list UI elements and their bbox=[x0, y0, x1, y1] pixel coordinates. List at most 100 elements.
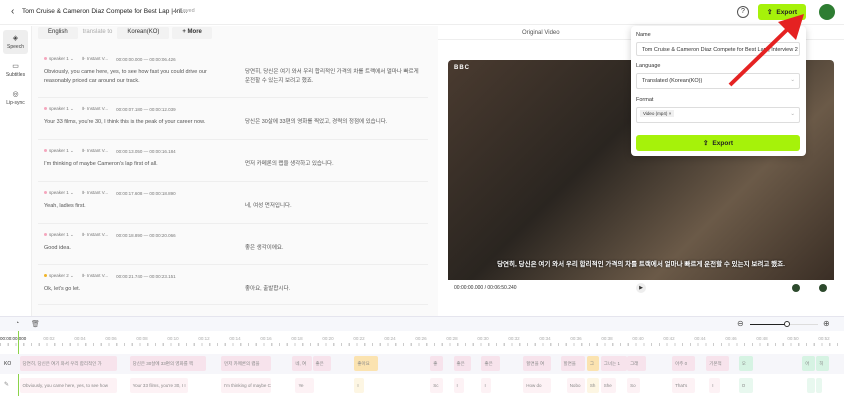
voice-select[interactable]: ⊪ Instant V... bbox=[82, 273, 108, 279]
translated-text[interactable]: 당연히, 당신은 여기 와서 우리 합리적인 가격의 차를 트랙에서 얼마나 빠… bbox=[245, 68, 425, 86]
timeline-clip[interactable]: 네, 여 bbox=[292, 356, 313, 371]
trash-icon[interactable]: 🗑 bbox=[31, 320, 40, 328]
timeline-clip[interactable]: She bbox=[600, 378, 617, 393]
translated-text[interactable]: 당신은 30살에 33편의 영화를 찍었고, 경력의 정점에 있습니다. bbox=[245, 118, 425, 127]
tick-label: 00:10 bbox=[167, 336, 179, 341]
segment-time: 00:00:18.890 — 00:00:20.066 bbox=[116, 232, 176, 238]
source-text[interactable]: Good idea. bbox=[44, 244, 229, 253]
left-rail: ◈ Speech ▭ Subtitles ◎ Lip-sync bbox=[0, 26, 32, 316]
zoom-out-icon[interactable]: ⊖ bbox=[737, 319, 744, 328]
rail-item-subtitles[interactable]: ▭ Subtitles bbox=[3, 58, 28, 82]
translated-text[interactable]: 좋아요, 출발합시다. bbox=[245, 285, 425, 294]
more-languages-button[interactable]: + More bbox=[172, 27, 212, 39]
timeline-clip[interactable]: 좋아요 bbox=[354, 356, 378, 371]
timeline-clip[interactable]: That's bbox=[672, 378, 696, 393]
timeline-clip[interactable]: 좋은 bbox=[481, 356, 501, 371]
rail-item-lip-sync[interactable]: ◎ Lip-sync bbox=[3, 86, 28, 110]
timeline-clip[interactable]: How do bbox=[523, 378, 552, 393]
timeline-clip[interactable] bbox=[816, 378, 823, 393]
timeline-clip[interactable]: I'm thinking of maybe C bbox=[221, 378, 271, 393]
timeline-clip[interactable]: 할면을 bbox=[560, 356, 586, 371]
timeline-clip[interactable]: I bbox=[481, 378, 491, 393]
timeline-clip[interactable]: 그녀는 1 bbox=[600, 356, 628, 371]
translated-text[interactable]: 먼저 카메론의 랩을 생각하고 있습니다. bbox=[245, 160, 425, 169]
rail-item-speech[interactable]: ◈ Speech bbox=[3, 30, 28, 54]
audio-toggle-icon[interactable] bbox=[792, 284, 800, 292]
zoom-slider-handle[interactable] bbox=[784, 321, 791, 327]
segment-row[interactable]: speaker 1 ⌄ ⊪ Instant V... 00:00:00.000 … bbox=[38, 48, 428, 98]
speaker-select[interactable]: speaker 1 ⌄ bbox=[44, 56, 74, 62]
voice-select[interactable]: ⊪ Instant V... bbox=[82, 106, 108, 112]
timeline-clip[interactable]: I bbox=[354, 378, 364, 393]
export-confirm-button[interactable]: ⇪ Export bbox=[636, 135, 800, 151]
timeline-clip[interactable]: 좋은 bbox=[453, 356, 471, 371]
format-tag-label: Video (mp4) bbox=[643, 111, 668, 116]
timeline-clip[interactable]: 아주 0 bbox=[672, 356, 696, 371]
timeline-clip[interactable]: 당연히, 당신은 여기 와서 우리 합리적인 가 bbox=[19, 356, 118, 371]
timeline-clip[interactable]: Obviously, you came here, yes, to see ho… bbox=[19, 378, 118, 393]
timeline-clip[interactable]: 그래 bbox=[627, 356, 646, 371]
timeline-clip[interactable]: 어 bbox=[802, 356, 815, 371]
format-select[interactable]: Video (mp4) × ⌄ bbox=[636, 107, 800, 123]
avatar[interactable] bbox=[819, 4, 835, 20]
voice-select[interactable]: ⊪ Instant V... bbox=[82, 148, 108, 154]
timeline-clip[interactable]: 기본적 bbox=[706, 356, 730, 371]
timeline-clip[interactable]: Nobo bbox=[566, 378, 586, 393]
timeline-clip[interactable]: Sc bbox=[430, 378, 443, 393]
tab-source-english[interactable]: English bbox=[38, 27, 78, 39]
subtitle-toggle-icon[interactable] bbox=[819, 284, 827, 292]
timeline-clip[interactable]: 히 bbox=[816, 356, 829, 371]
timeline-clip[interactable]: 그 bbox=[586, 356, 600, 371]
voice-select[interactable]: ⊪ Instant V... bbox=[82, 190, 108, 196]
tick-label: 00:06 bbox=[105, 336, 117, 341]
timeline-clip[interactable]: Your 33 films, you're 30, I I bbox=[129, 378, 189, 393]
voice-select[interactable]: ⊪ Instant V... bbox=[82, 56, 108, 62]
play-icon[interactable]: ▶ bbox=[636, 283, 646, 293]
segment-meta: speaker 2 ⌄ ⊪ Instant V... 00:00:21.740 … bbox=[44, 273, 176, 279]
timeline-clip[interactable]: 먼저 카메론의 랩을 bbox=[221, 356, 271, 371]
source-text[interactable]: Obviously, you came here, yes, to see ho… bbox=[44, 68, 229, 86]
timeline-clip[interactable]: Sh bbox=[586, 378, 600, 393]
timeline-clip[interactable]: O bbox=[738, 378, 753, 393]
end-time: 00:00:18.890 bbox=[149, 190, 176, 196]
speaker-select[interactable]: speaker 1 ⌄ bbox=[44, 106, 74, 112]
timeline-clip[interactable]: 좋은 bbox=[312, 356, 332, 371]
timeline-clip[interactable]: I bbox=[709, 378, 721, 393]
speaker-select[interactable]: speaker 1 ⌄ bbox=[44, 190, 74, 196]
timeline-clip[interactable]: 할면을 여 bbox=[523, 356, 552, 371]
source-text[interactable]: Ok, let's go let. bbox=[44, 285, 229, 294]
timeline-clip[interactable]: 오 bbox=[738, 356, 753, 371]
translated-text[interactable]: 네, 여성 먼저입니다. bbox=[245, 202, 425, 211]
segment-row[interactable]: speaker 2 ⌄ ⊪ Instant V... 00:00:21.740 … bbox=[38, 265, 428, 305]
zoom-in-icon[interactable]: ⊕ bbox=[823, 319, 830, 328]
segment-row[interactable]: speaker 1 ⌄ ⊪ Instant V... 00:00:13.050 … bbox=[38, 140, 428, 182]
zoom-slider[interactable] bbox=[750, 321, 818, 327]
tab-target-korean[interactable]: Korean(KO) bbox=[117, 27, 170, 39]
segment-row[interactable]: speaker 1 ⌄ ⊪ Instant V... 00:00:07.180 … bbox=[38, 98, 428, 140]
timeline-clip[interactable]: I bbox=[453, 378, 465, 393]
timeline-ruler[interactable]: 00:00:00.000 00:02 00:04 00:06 00:08 00:10 00… bbox=[0, 331, 844, 347]
source-text[interactable]: Yeah, ladies first. bbox=[44, 202, 229, 211]
start-time: 00:00:17.608 bbox=[116, 190, 143, 196]
segment-meta: speaker 1 ⌄ ⊪ Instant V... 00:00:13.050 … bbox=[44, 148, 176, 154]
timeline-clip[interactable]: Ye bbox=[295, 378, 315, 393]
source-text[interactable]: I'm thinking of maybe Cameron's lap firs… bbox=[44, 160, 229, 169]
speed-icon[interactable]: ◔ bbox=[15, 320, 19, 327]
tab-original-video[interactable]: Original Video bbox=[522, 30, 560, 36]
translated-text[interactable]: 좋은 생각이에요. bbox=[245, 244, 425, 253]
timeline-clip[interactable] bbox=[806, 378, 815, 393]
back-chevron-icon[interactable]: ‹ bbox=[11, 6, 14, 17]
timeline-clip[interactable]: 좋 bbox=[430, 356, 443, 371]
start-time: 00:00:00.000 bbox=[116, 56, 143, 62]
remove-tag-icon[interactable]: × bbox=[669, 111, 672, 116]
timeline-clip[interactable]: So bbox=[627, 378, 640, 393]
segment-row[interactable]: speaker 1 ⌄ ⊪ Instant V... 00:00:18.890 … bbox=[38, 224, 428, 265]
speaker-select[interactable]: speaker 1 ⌄ bbox=[44, 232, 74, 238]
voice-select[interactable]: ⊪ Instant V... bbox=[82, 232, 108, 238]
segment-row[interactable]: speaker 1 ⌄ ⊪ Instant V... 00:00:17.608 … bbox=[38, 182, 428, 224]
timeline-clip[interactable]: 당신은 30살에 33편의 영화를 찍 bbox=[129, 356, 206, 371]
speaker-select[interactable]: speaker 2 ⌄ bbox=[44, 273, 74, 279]
speaker-select[interactable]: speaker 1 ⌄ bbox=[44, 148, 74, 154]
source-text[interactable]: Your 33 films, you're 30, I think this i… bbox=[44, 118, 229, 127]
end-time: 00:00:06.426 bbox=[149, 56, 176, 62]
